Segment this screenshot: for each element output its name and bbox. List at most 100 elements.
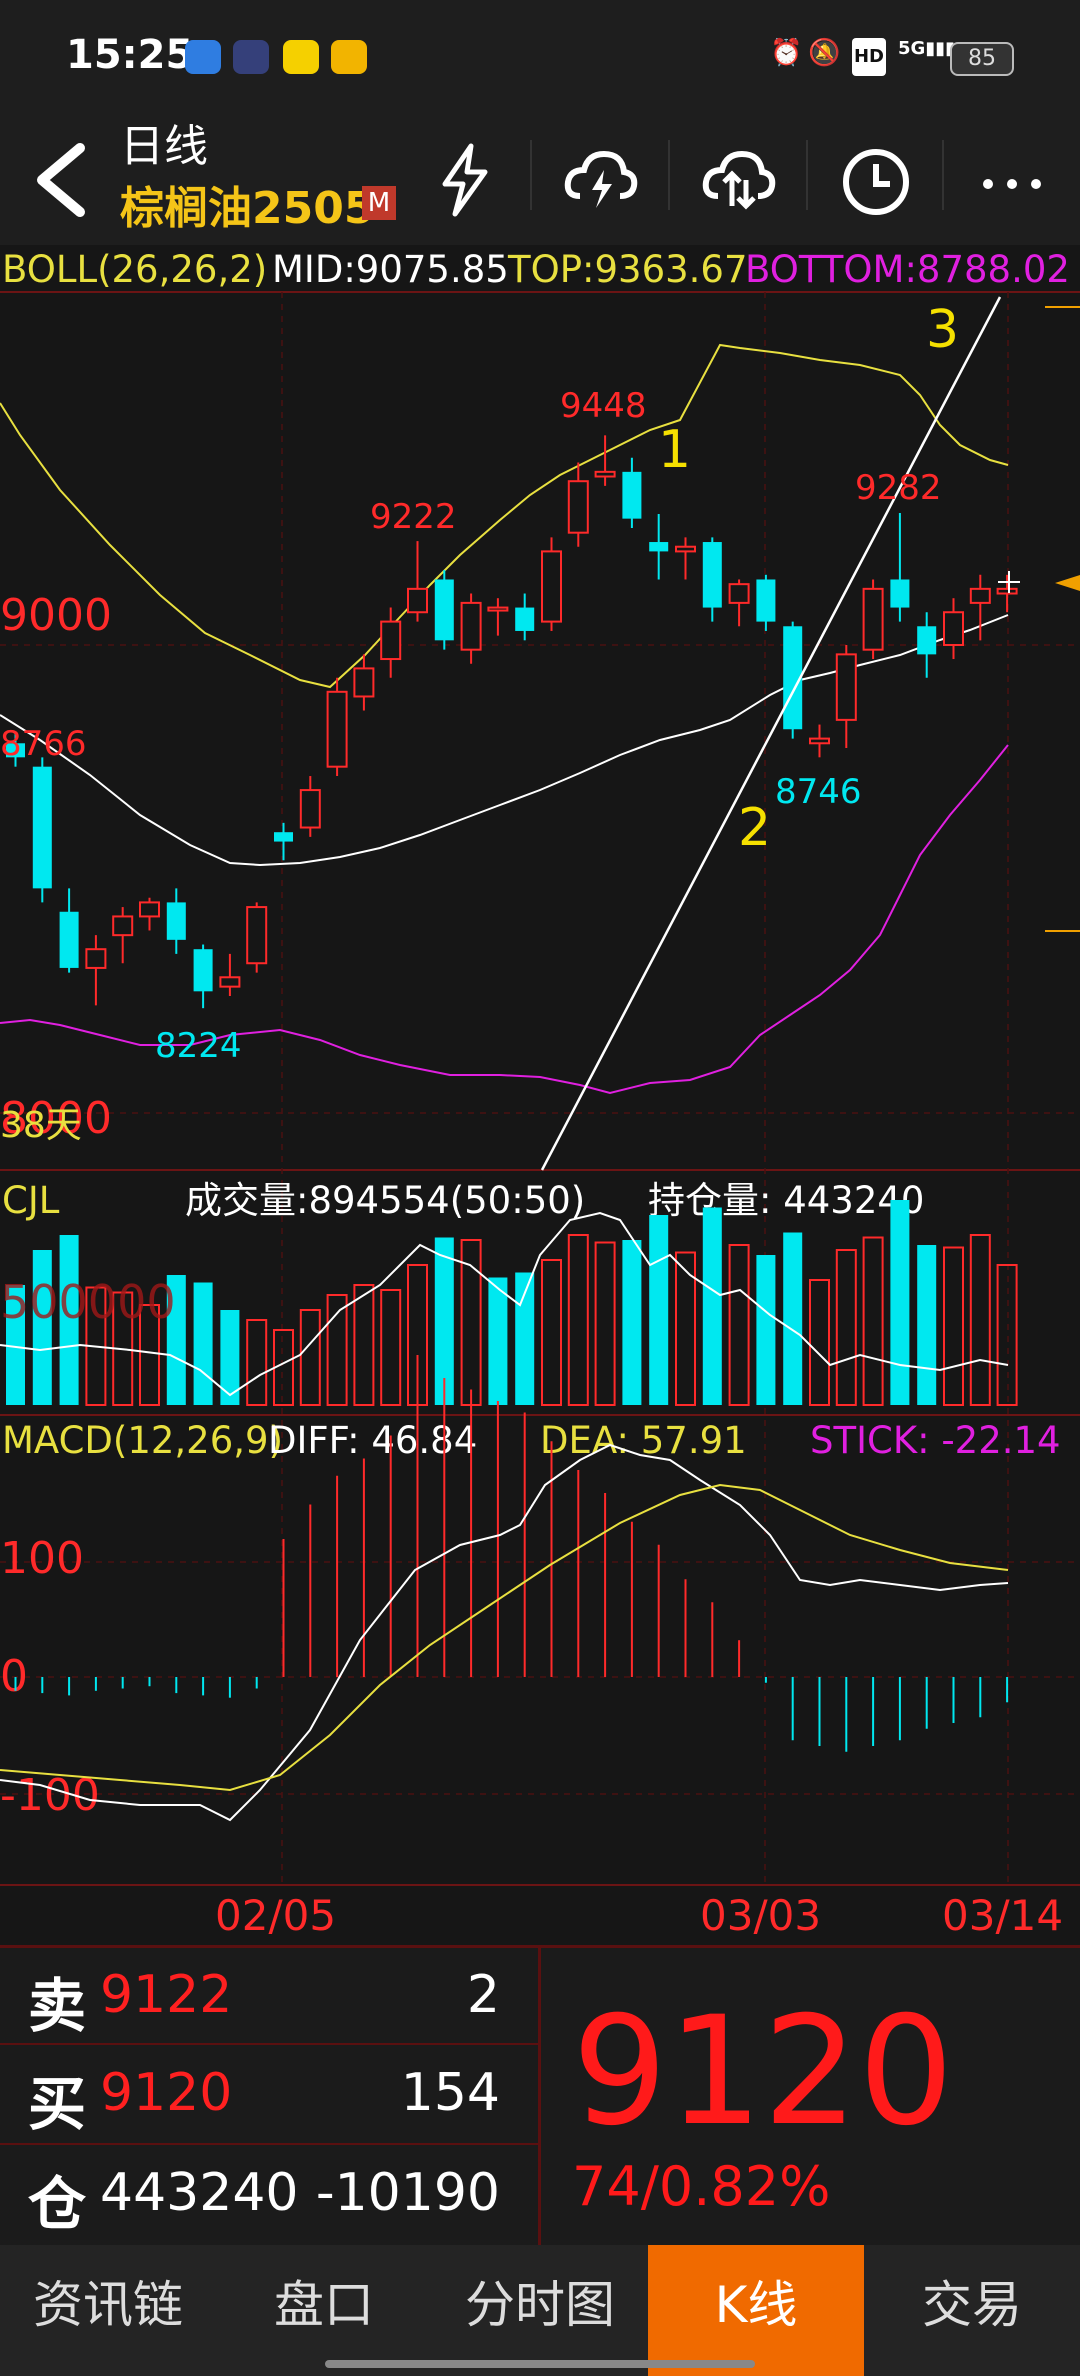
candle-body xyxy=(166,902,186,940)
candle-body xyxy=(59,911,79,968)
open-interest-text: 持仓量: 443240 xyxy=(648,1179,924,1222)
tab-trade[interactable]: 交易 xyxy=(864,2245,1080,2376)
candle-body xyxy=(353,667,375,698)
boll-top: TOP:9363.67 xyxy=(507,248,748,291)
quote-panel: 卖 9122 2 买 9120 154 仓 443240 -10190 9120… xyxy=(0,1945,1080,2245)
open-interest-change: -10190 xyxy=(315,2163,500,2223)
sell-price[interactable]: 9122 xyxy=(100,1965,232,2025)
macd-axis-0: 0 xyxy=(0,1651,28,1702)
macd-axis-100: 100 xyxy=(0,1533,84,1584)
annotation-low-8224: 8224 xyxy=(155,1026,242,1066)
axis-label-9000: 9000 xyxy=(0,590,112,641)
annotation-high-9448: 9448 xyxy=(560,386,647,426)
header-separator xyxy=(806,140,808,210)
candle-body xyxy=(139,901,160,918)
macd-diff: DIFF: 46.84 xyxy=(268,1419,477,1462)
candle-body xyxy=(460,601,482,651)
volume-label: CJL xyxy=(2,1179,60,1222)
app-play-icon xyxy=(233,40,269,74)
macd-label: MACD(12,26,9) xyxy=(2,1419,283,1462)
sell-label: 卖 xyxy=(28,1972,87,2040)
tab-order-book[interactable]: 盘口 xyxy=(216,2245,432,2376)
candle-body xyxy=(862,587,884,651)
signal-icon: 5G▮▮▮ xyxy=(898,38,956,59)
header-separator xyxy=(530,140,532,210)
annotation-low-8746: 8746 xyxy=(775,772,862,812)
date-label-3: 03/14 xyxy=(942,1891,1063,1940)
boll-mid: MID:9075.85 xyxy=(272,248,509,291)
home-indicator xyxy=(325,2360,755,2368)
volume-bar xyxy=(783,1232,803,1405)
clock-icon[interactable] xyxy=(836,140,916,220)
candle-body xyxy=(193,949,213,992)
main-contract-badge: M xyxy=(362,186,396,220)
boll-bottom: BOTTOM:8788.02 xyxy=(745,248,1070,291)
mute-icon: 🔕 xyxy=(808,38,841,68)
date-label-2: 03/03 xyxy=(700,1891,821,1940)
volume-bar xyxy=(488,1277,508,1405)
tab-news-chain[interactable]: 资讯链 xyxy=(0,2245,216,2376)
candle-body xyxy=(809,737,830,745)
volume-bar xyxy=(890,1200,910,1405)
lightning-icon[interactable] xyxy=(425,140,505,220)
candle-body xyxy=(515,607,535,631)
candle-body xyxy=(274,832,293,842)
annotation-8766: 8766 xyxy=(0,724,87,764)
tab-time-share[interactable]: 分时图 xyxy=(432,2245,648,2376)
header-separator xyxy=(942,140,944,210)
volume-bar xyxy=(649,1215,669,1405)
candle-body xyxy=(85,948,107,969)
open-interest-label: 仓 xyxy=(28,2170,87,2238)
volume-bar xyxy=(702,1207,722,1405)
boll-label: BOLL(26,26,2) xyxy=(2,248,267,291)
candle-body xyxy=(675,545,696,553)
battery-icon: 85 xyxy=(950,42,1014,76)
volume-text: 成交量:894554(50:50) xyxy=(185,1179,585,1222)
hd-icon: HD xyxy=(852,38,886,76)
date-label-1: 02/05 xyxy=(215,1891,336,1940)
candle-body xyxy=(380,620,402,661)
contract-name[interactable]: 棕榈油2505 xyxy=(120,172,374,236)
wave-label-3: 3 xyxy=(926,300,959,360)
candle-body xyxy=(487,606,509,612)
candle-body xyxy=(299,789,321,829)
cloud-lightning-icon[interactable] xyxy=(560,140,640,220)
candle-body xyxy=(943,611,964,646)
candle-body xyxy=(649,542,669,552)
days-label: 38天 xyxy=(0,1105,82,1146)
app-chart-icon xyxy=(185,40,221,74)
candle-body xyxy=(541,550,562,623)
tab-kline[interactable]: K线 xyxy=(648,2245,864,2376)
annotation-high-9282: 9282 xyxy=(855,468,942,508)
cloud-sync-icon[interactable] xyxy=(698,140,778,220)
volume-bar xyxy=(756,1255,776,1405)
candle-body xyxy=(702,542,722,608)
header-separator xyxy=(668,140,670,210)
volume-axis-label: 500000 xyxy=(0,1275,176,1329)
candle-body xyxy=(32,766,52,889)
candle-body xyxy=(112,915,134,937)
last-price: 9120 xyxy=(572,1985,954,2159)
volume-bar xyxy=(193,1282,213,1405)
candle-body xyxy=(969,587,991,604)
candle-body xyxy=(835,653,857,721)
volume-bar xyxy=(917,1245,937,1405)
back-button[interactable] xyxy=(28,140,98,220)
period-title: 日线 xyxy=(120,121,208,172)
more-icon[interactable] xyxy=(972,140,1052,220)
open-interest-value: 443240 xyxy=(100,2163,299,2223)
alarm-icon: ⏰ xyxy=(770,38,803,68)
candle-body xyxy=(219,976,241,988)
sell-volume: 2 xyxy=(466,1965,500,2025)
divider xyxy=(0,2043,538,2045)
candle-body xyxy=(728,583,750,604)
candle-body xyxy=(246,906,268,965)
wave-label-1: 1 xyxy=(658,420,691,480)
bottom-nav: 资讯链 盘口 分时图 K线 交易 xyxy=(0,2245,1080,2376)
volume-bar xyxy=(622,1240,642,1405)
buy-price[interactable]: 9120 xyxy=(100,2063,232,2123)
candle-body xyxy=(917,626,937,655)
buy-volume: 154 xyxy=(400,2063,500,2123)
app-green-icon xyxy=(283,40,319,74)
kline-chart[interactable]: BOLL(26,26,2) MID:9075.85 TOP:9363.67 BO… xyxy=(0,245,1080,1945)
